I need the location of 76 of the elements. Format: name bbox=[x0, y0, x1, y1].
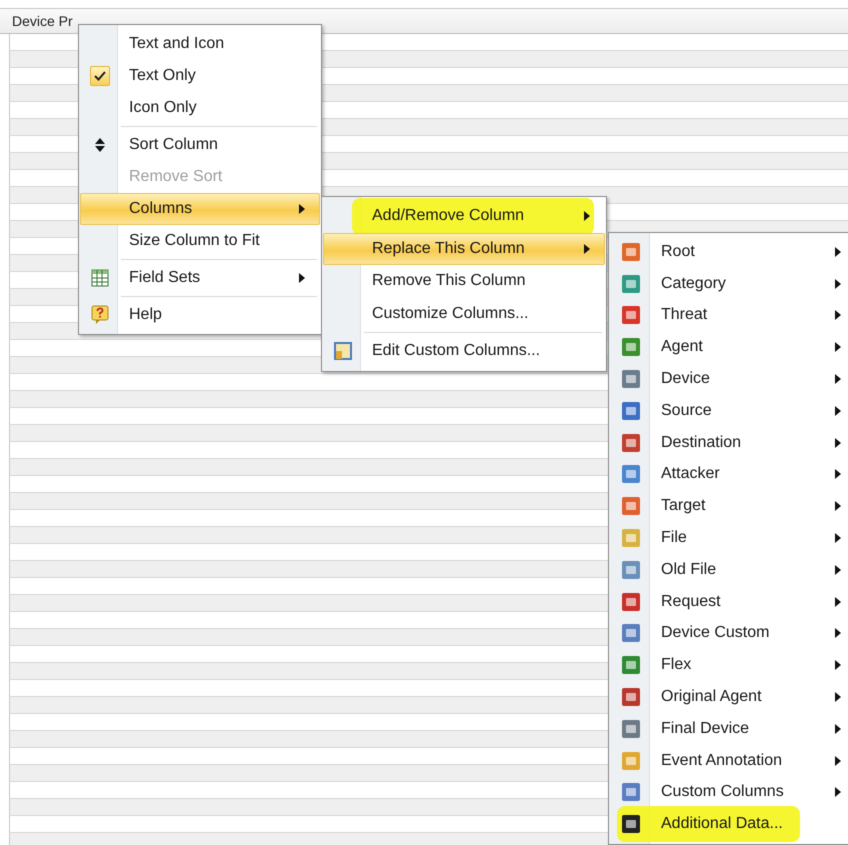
field-icon bbox=[621, 274, 641, 294]
menu-item[interactable]: Flex bbox=[610, 649, 848, 682]
submenu-arrow-icon bbox=[835, 756, 841, 766]
menu-item[interactable]: Original Agent bbox=[610, 681, 848, 713]
field-icon bbox=[621, 400, 641, 421]
submenu-arrow-icon bbox=[584, 211, 590, 222]
menu-item[interactable]: Threat bbox=[610, 300, 848, 332]
menu-item[interactable]: Replace This Column bbox=[323, 232, 605, 265]
menu-item[interactable]: Target bbox=[610, 490, 848, 522]
submenu-arrow-icon bbox=[835, 533, 841, 544]
menu-item[interactable]: Device bbox=[610, 363, 848, 395]
help-icon bbox=[91, 305, 109, 325]
field-icon bbox=[621, 623, 641, 644]
menu-item[interactable]: Text Only bbox=[80, 60, 320, 92]
menu-item[interactable]: Request bbox=[610, 586, 848, 618]
submenu-arrow-icon bbox=[835, 660, 841, 670]
menu-item[interactable]: Event Annotation bbox=[610, 744, 848, 777]
submenu-arrow-icon bbox=[835, 787, 841, 798]
menu-item[interactable]: Custom Columns bbox=[610, 776, 848, 808]
menu-item[interactable]: Additional Data... bbox=[610, 808, 848, 840]
submenu-arrow-icon bbox=[299, 273, 305, 283]
menu-item[interactable]: Customize Columns... bbox=[323, 298, 605, 330]
menu-item[interactable]: Destination bbox=[610, 426, 848, 459]
menu-item[interactable]: Icon Only bbox=[80, 92, 320, 124]
field-icon bbox=[621, 432, 641, 453]
field-icon bbox=[621, 242, 641, 262]
field-icon bbox=[621, 337, 641, 358]
submenu-arrow-icon bbox=[835, 564, 841, 575]
menu-item[interactable]: Add/Remove Column bbox=[323, 200, 605, 232]
menu-item[interactable]: Category bbox=[610, 268, 848, 300]
submenu-arrow-icon bbox=[835, 310, 841, 320]
menu-item[interactable]: Final Device bbox=[610, 712, 848, 745]
submenu-arrow-icon bbox=[835, 596, 841, 607]
field-icon bbox=[621, 528, 641, 548]
submenu-arrow-icon bbox=[835, 374, 841, 384]
submenu-arrow-icon bbox=[835, 692, 841, 702]
menu-item[interactable]: Field Sets bbox=[80, 257, 320, 294]
field-icon bbox=[621, 305, 641, 326]
field-icon bbox=[621, 687, 641, 708]
menu-item[interactable]: Agent bbox=[610, 331, 848, 364]
submenu-arrow-icon bbox=[835, 406, 841, 416]
field-icon bbox=[621, 496, 641, 516]
submenu-arrow-icon bbox=[835, 246, 841, 257]
submenu-arrow-icon bbox=[584, 244, 590, 254]
columns-icon bbox=[333, 341, 353, 362]
field-icon bbox=[621, 560, 641, 580]
menu-item[interactable]: Size Column to Fit bbox=[80, 225, 320, 257]
table-icon bbox=[91, 269, 109, 287]
menu-item[interactable]: Help bbox=[80, 294, 320, 331]
menu-item[interactable]: Sort Column bbox=[80, 124, 320, 161]
submenu-arrow-icon bbox=[835, 501, 841, 512]
menu-item[interactable]: Old File bbox=[610, 554, 848, 586]
field-icon bbox=[621, 655, 641, 676]
field-icon bbox=[621, 718, 641, 739]
field-icon bbox=[621, 369, 641, 390]
submenu-arrow-icon bbox=[835, 628, 841, 638]
submenu-arrow-icon bbox=[835, 724, 841, 734]
field-icon bbox=[621, 464, 641, 484]
submenu-arrow-icon bbox=[835, 469, 841, 480]
field-icon bbox=[621, 814, 641, 834]
submenu-arrow-icon bbox=[835, 438, 841, 448]
menu-item[interactable]: Attacker bbox=[610, 458, 848, 490]
submenu-arrow-icon bbox=[835, 278, 841, 289]
menu-item[interactable]: Edit Custom Columns... bbox=[323, 330, 605, 368]
field-icon bbox=[621, 782, 641, 802]
sort-icon bbox=[95, 138, 105, 152]
submenu-arrow-icon bbox=[835, 342, 841, 352]
menu-item[interactable]: Source bbox=[610, 394, 848, 427]
field-icon bbox=[621, 750, 641, 771]
menu-item[interactable]: Root bbox=[610, 236, 848, 268]
menu-item[interactable]: File bbox=[610, 522, 848, 554]
menu-item[interactable]: Columns bbox=[80, 193, 320, 225]
menu-item[interactable]: Remove This Column bbox=[323, 265, 605, 298]
submenu-arrow-icon bbox=[299, 204, 305, 214]
field-icon bbox=[621, 592, 641, 612]
menu-item[interactable]: Device Custom bbox=[610, 618, 848, 650]
